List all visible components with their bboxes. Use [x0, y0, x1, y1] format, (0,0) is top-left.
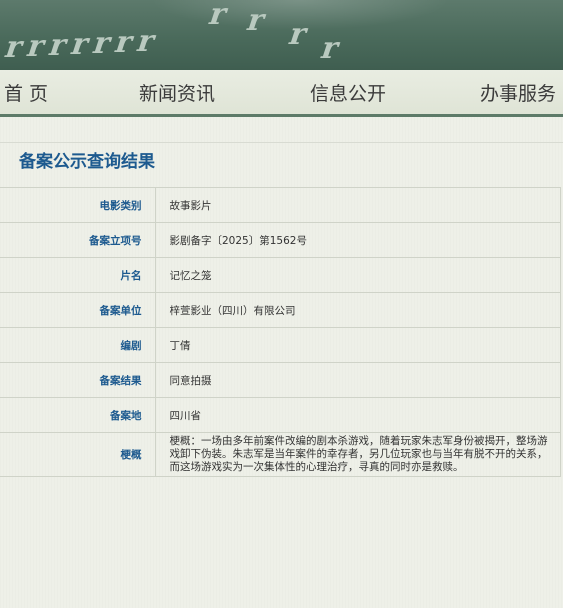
main-nav: 首 页 新闻资讯 信息公开 办事服务: [0, 70, 563, 117]
row-label: 梗概: [0, 432, 156, 477]
header-banner: r r r r r r r r r r r: [0, 0, 563, 70]
film-strip-glyph: r: [110, 25, 138, 60]
nav-item-info-disclosure[interactable]: 信息公开: [310, 79, 386, 106]
film-strip-glyph: r: [44, 28, 72, 63]
table-row: 备案立项号 影剧备字〔2025〕第1562号: [0, 222, 561, 258]
nav-item-home[interactable]: 首 页: [4, 79, 48, 106]
row-label: 片名: [0, 257, 156, 293]
row-label: 编剧: [0, 327, 156, 363]
table-row: 梗概 梗概：一场由多年前案件改编的剧本杀游戏，随着玩家朱志军身份被揭开，整场游戏…: [0, 432, 561, 477]
nav-item-services[interactable]: 办事服务: [480, 79, 556, 106]
row-label: 备案地: [0, 397, 156, 433]
page-title: 备案公示查询结果: [19, 152, 155, 172]
table-row: 备案结果 同意拍摄: [0, 362, 561, 398]
row-label: 备案单位: [0, 292, 156, 328]
row-value: 记忆之笼: [154, 257, 561, 293]
film-strip-glyph: r: [0, 30, 28, 65]
row-label: 电影类别: [0, 187, 156, 223]
row-value: 梗概：一场由多年前案件改编的剧本杀游戏，随着玩家朱志军身份被揭开，整场游戏卸下伪…: [154, 432, 561, 477]
row-value: 同意拍摄: [154, 362, 561, 398]
row-value: 故事影片: [154, 187, 561, 223]
filing-result-table: 电影类别 故事影片 备案立项号 影剧备字〔2025〕第1562号 片名 记忆之笼…: [0, 187, 561, 477]
film-strip-glyph: r: [88, 26, 116, 61]
row-value: 梓萱影业（四川）有限公司: [154, 292, 561, 328]
table-row: 备案地 四川省: [0, 397, 561, 433]
table-row: 备案单位 梓萱影业（四川）有限公司: [0, 292, 561, 328]
row-value: 影剧备字〔2025〕第1562号: [154, 222, 561, 258]
film-strip-glyph: r: [316, 31, 344, 66]
nav-item-news[interactable]: 新闻资讯: [139, 79, 215, 106]
film-strip-glyph: r: [132, 24, 160, 59]
row-label: 备案立项号: [0, 222, 156, 258]
table-row: 电影类别 故事影片: [0, 187, 561, 223]
table-row: 片名 记忆之笼: [0, 257, 561, 293]
film-strip-glyph: r: [22, 29, 50, 64]
row-value: 丁倩: [154, 327, 561, 363]
table-row: 编剧 丁倩: [0, 327, 561, 363]
film-strip-glyph: r: [66, 27, 94, 62]
row-label: 备案结果: [0, 362, 156, 398]
row-value: 四川省: [154, 397, 561, 433]
